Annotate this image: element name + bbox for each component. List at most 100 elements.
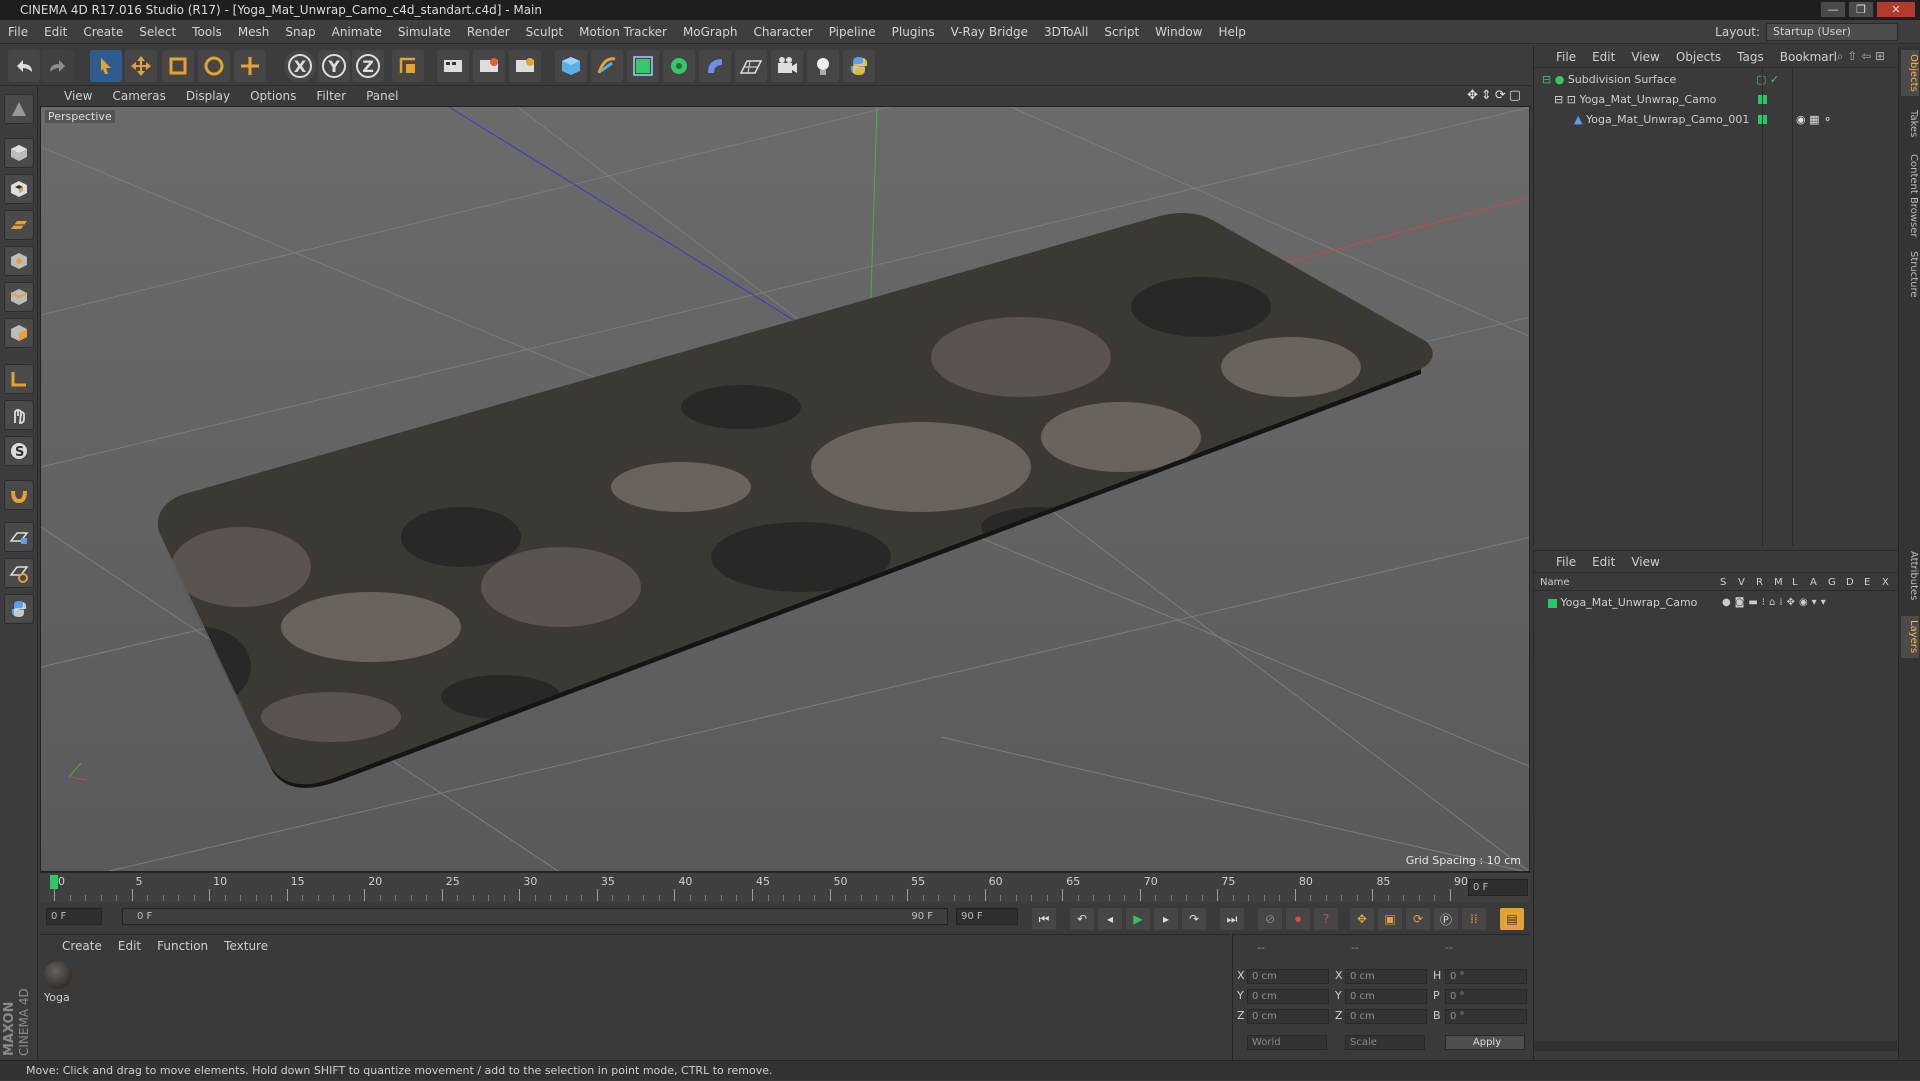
menu-vray-bridge[interactable]: V-Ray Bridge [943, 25, 1036, 39]
menu-plugins[interactable]: Plugins [884, 25, 943, 39]
key-scale-icon[interactable]: ▣ [1378, 908, 1402, 930]
menu-animate[interactable]: Animate [324, 25, 390, 39]
pen-spline-icon[interactable] [591, 50, 623, 82]
search-icon[interactable]: ⌕ ⇧ ⇦ ⊞ [1829, 49, 1893, 64]
side-tab-layers[interactable]: Layers [1901, 616, 1919, 658]
layer-menu-view[interactable]: View [1623, 555, 1667, 569]
layout-dropdown[interactable]: Startup (User) [1766, 23, 1898, 41]
position-y-field[interactable]: 0 cm [1247, 989, 1329, 1004]
rotate-tool-icon[interactable] [198, 50, 230, 82]
tag-icons[interactable]: ◉ ▦ ⚬ [1796, 110, 1832, 130]
playhead[interactable] [50, 875, 58, 889]
tree-row-null[interactable]: ⊟ ⊡ Yoga_Mat_Unwrap_Camo [1534, 90, 1897, 110]
material-menu-function[interactable]: Function [149, 939, 216, 953]
apply-button[interactable]: Apply [1445, 1035, 1525, 1050]
model-mode-icon[interactable] [4, 138, 34, 168]
cloner-icon[interactable] [663, 50, 695, 82]
close-button[interactable]: ✕ [1876, 1, 1916, 18]
menu-sculpt[interactable]: Sculpt [518, 25, 571, 39]
points-mode-icon[interactable] [4, 246, 34, 276]
menu-render[interactable]: Render [459, 25, 518, 39]
coordinate-mode-dropdown[interactable]: World [1247, 1035, 1327, 1050]
minimize-button[interactable]: — [1820, 1, 1846, 18]
y-axis-lock-button[interactable]: Y [318, 50, 350, 82]
deformer-icon[interactable] [699, 50, 731, 82]
size-mode-dropdown[interactable]: Scale [1345, 1035, 1425, 1050]
object-menu-objects[interactable]: Objects [1668, 50, 1729, 64]
cube-object-icon[interactable] [555, 50, 587, 82]
tweak-mode-icon[interactable] [4, 400, 34, 430]
next-frame-icon[interactable]: ▸ [1154, 908, 1178, 930]
position-z-field[interactable]: 0 cm [1247, 1009, 1329, 1024]
layer-toggle-icons[interactable]: ●◙▬⁝⌂⁞✥◉▾▾ [1722, 593, 1830, 613]
object-menu-edit[interactable]: Edit [1584, 50, 1623, 64]
side-tab-structure[interactable]: Structure [1901, 246, 1919, 302]
layer-color-icon[interactable] [1548, 598, 1557, 608]
menu-character[interactable]: Character [745, 25, 820, 39]
material-menu-create[interactable]: Create [54, 939, 110, 953]
size-y-field[interactable]: 0 cm [1345, 989, 1427, 1004]
scale-tool-icon[interactable] [162, 50, 194, 82]
prev-frame-icon[interactable]: ◂ [1098, 908, 1122, 930]
prev-key-icon[interactable]: ↶ [1070, 908, 1094, 930]
camera-icon[interactable] [771, 50, 803, 82]
autokey-icon[interactable]: ? [1314, 908, 1338, 930]
x-axis-lock-button[interactable]: X [284, 50, 316, 82]
menu-mesh[interactable]: Mesh [230, 25, 278, 39]
material-menu-texture[interactable]: Texture [216, 939, 276, 953]
viewport-menu-options[interactable]: Options [240, 89, 306, 103]
select-tool-icon[interactable] [90, 50, 122, 82]
viewport-nav-icons[interactable]: ✥⇕⟳▢ [1467, 88, 1524, 103]
restore-button[interactable]: ❐ [1848, 1, 1874, 18]
side-tab-takes[interactable]: Takes [1901, 104, 1919, 144]
position-x-field[interactable]: 0 cm [1247, 969, 1329, 984]
next-key-icon[interactable]: ↷ [1182, 908, 1206, 930]
menu-edit[interactable]: Edit [36, 25, 75, 39]
snapping-icon[interactable]: S [4, 436, 34, 466]
viewport-menu-panel[interactable]: Panel [356, 89, 408, 103]
menu-help[interactable]: Help [1210, 25, 1253, 39]
render-settings-icon[interactable] [509, 50, 541, 82]
lock-workplane-icon[interactable] [4, 522, 34, 552]
go-to-start-icon[interactable]: ⏮ [1032, 908, 1056, 930]
menu-select[interactable]: Select [131, 25, 184, 39]
undo-icon[interactable] [8, 50, 40, 82]
render-view-icon[interactable] [437, 50, 469, 82]
material-menu-edit[interactable]: Edit [110, 939, 149, 953]
render-to-picture-viewer-icon[interactable] [473, 50, 505, 82]
timeline-end-field[interactable]: 0 F [1468, 879, 1528, 896]
side-tab-content-browser[interactable]: Content Browser [1901, 148, 1919, 244]
key-rotation-icon[interactable]: ⟳ [1406, 908, 1430, 930]
viewport-menu-view[interactable]: View [54, 89, 102, 103]
polygons-mode-icon[interactable] [4, 318, 34, 348]
menu-motion-tracker[interactable]: Motion Tracker [571, 25, 675, 39]
side-tab-attributes[interactable]: Attributes [1901, 546, 1919, 606]
menu-simulate[interactable]: Simulate [390, 25, 459, 39]
menu-pipeline[interactable]: Pipeline [821, 25, 884, 39]
menu-snap[interactable]: Snap [277, 25, 323, 39]
material-swatch[interactable] [44, 961, 72, 989]
light-icon[interactable] [807, 50, 839, 82]
current-frame-field[interactable]: 0 F [46, 908, 102, 925]
play-icon[interactable]: ▶ [1126, 908, 1150, 930]
python-script-icon[interactable] [4, 594, 34, 624]
layer-menu-file[interactable]: File [1548, 555, 1584, 569]
object-menu-tags[interactable]: Tags [1729, 50, 1772, 64]
size-z-field[interactable]: 0 cm [1345, 1009, 1427, 1024]
go-to-end-icon[interactable]: ⏭ [1220, 908, 1244, 930]
viewport-menu-filter[interactable]: Filter [306, 89, 356, 103]
rotation-b-field[interactable]: 0 ° [1445, 1009, 1527, 1024]
texture-mode-icon[interactable] [4, 174, 34, 204]
layer-menu-edit[interactable]: Edit [1584, 555, 1623, 569]
menu-script[interactable]: Script [1096, 25, 1147, 39]
menu-window[interactable]: Window [1147, 25, 1210, 39]
rotation-h-field[interactable]: 0 ° [1445, 969, 1527, 984]
make-editable-icon[interactable] [4, 94, 34, 124]
menu-3dtoall[interactable]: 3DToAll [1036, 25, 1096, 39]
workplane-align-icon[interactable] [4, 558, 34, 588]
python-icon[interactable] [843, 50, 875, 82]
edges-mode-icon[interactable] [4, 282, 34, 312]
magnet-icon[interactable] [4, 480, 34, 510]
coordinate-system-icon[interactable] [392, 50, 424, 82]
key-position-icon[interactable]: ✥ [1350, 908, 1374, 930]
